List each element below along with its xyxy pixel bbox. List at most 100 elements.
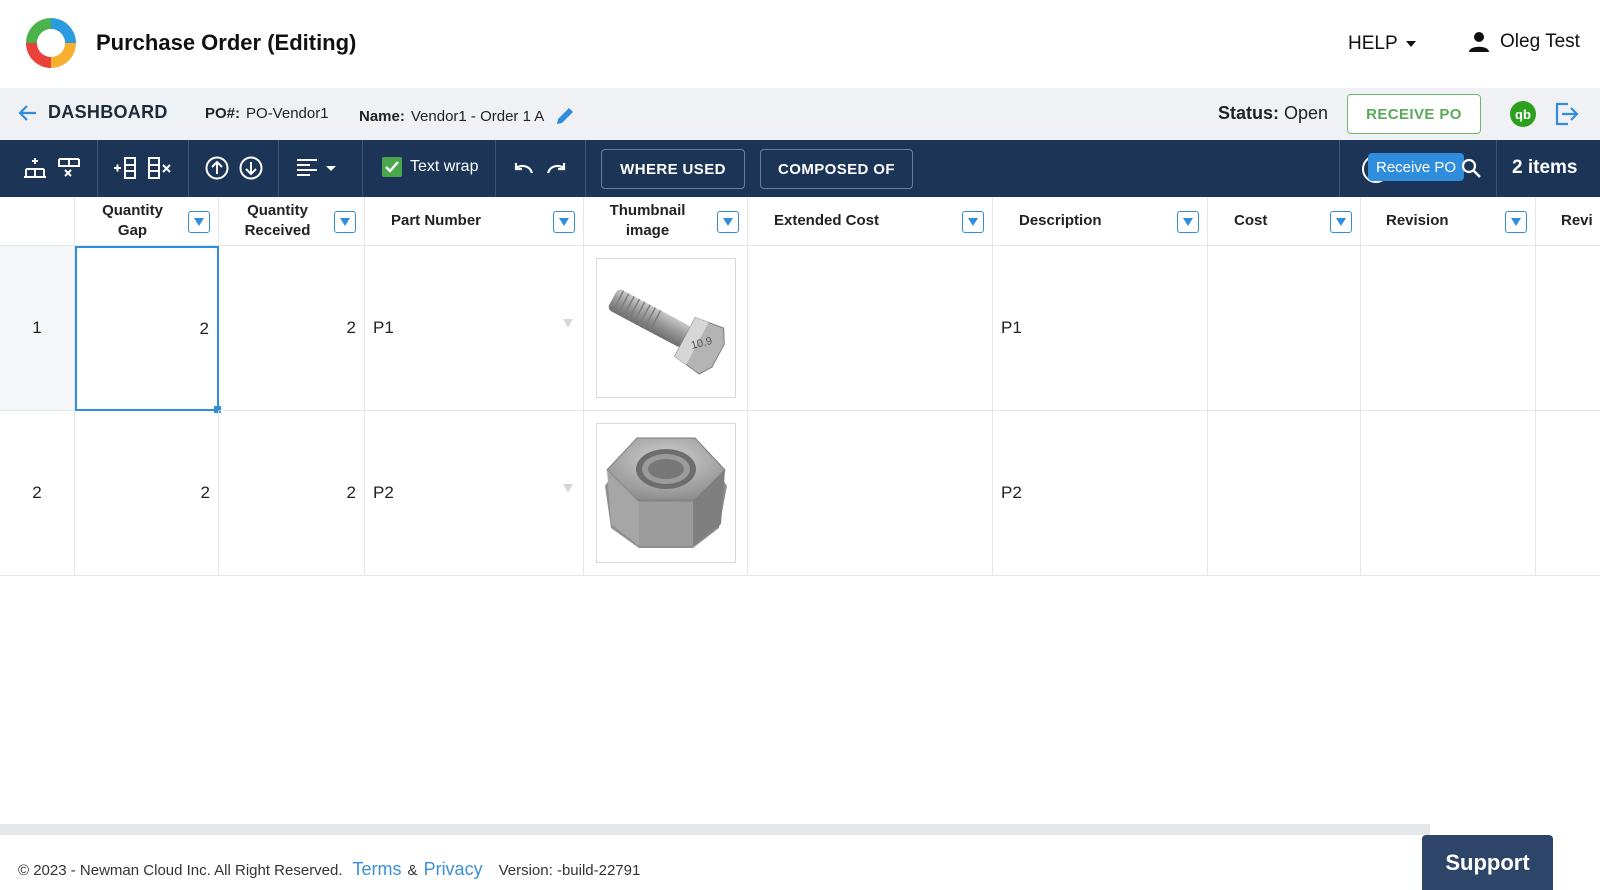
toolbar-divider	[585, 140, 586, 197]
po-number-value: PO-Vendor1	[246, 105, 329, 122]
column-header-description[interactable]: Description	[993, 197, 1208, 246]
column-header-part-number[interactable]: Part Number	[365, 197, 584, 246]
top-header: Purchase Order (Editing) HELP Oleg Test	[0, 0, 1600, 88]
cell-thumbnail[interactable]	[584, 411, 748, 576]
toolbar-divider	[495, 140, 496, 197]
user-name: Oleg Test	[1500, 31, 1580, 52]
column-header-quantity-gap[interactable]: Quantity Gap	[75, 197, 219, 246]
check-icon	[385, 161, 399, 173]
app-logo-icon[interactable]	[22, 14, 80, 72]
arrow-left-icon	[18, 104, 36, 121]
filter-dropdown-icon[interactable]	[717, 211, 739, 233]
toolbar-divider	[278, 140, 279, 197]
cell-revision-partial[interactable]	[1536, 246, 1600, 411]
items-count: 2 items	[1512, 157, 1578, 178]
hex-nut-image-icon	[605, 437, 727, 548]
cell-cost[interactable]	[1208, 411, 1361, 576]
filter-dropdown-icon[interactable]	[553, 211, 575, 233]
po-number: PO#: PO-Vendor1	[205, 105, 329, 122]
dropdown-arrow-icon[interactable]	[563, 319, 573, 328]
horizontal-scrollbar[interactable]	[0, 824, 1430, 835]
dropdown-arrow-icon[interactable]	[563, 484, 573, 493]
move-up-icon[interactable]	[204, 155, 230, 181]
row-number-header	[0, 197, 75, 246]
part-number-value: P1	[373, 318, 394, 337]
add-child-row-icon[interactable]	[22, 155, 48, 181]
user-menu[interactable]: Oleg Test	[1468, 31, 1580, 53]
filter-dropdown-icon[interactable]	[1505, 211, 1527, 233]
cell-extended-cost[interactable]	[748, 411, 993, 576]
column-header-label: Revi	[1561, 212, 1593, 229]
filter-dropdown-icon[interactable]	[334, 211, 356, 233]
chevron-down-icon	[1405, 41, 1416, 47]
po-status: Status: Open	[1218, 103, 1328, 124]
undo-icon[interactable]	[510, 155, 536, 181]
hex-nut-thumbnail[interactable]	[596, 423, 736, 563]
user-icon	[1469, 32, 1489, 52]
where-used-button[interactable]: WHERE USED	[601, 149, 745, 189]
po-subheader: DASHBOARD PO#: PO-Vendor1 Name: Vendor1 - …	[0, 88, 1600, 140]
cell-revision[interactable]	[1361, 411, 1536, 576]
parts-grid: Quantity Gap Quantity Received Part Numb…	[0, 197, 1600, 825]
column-header-thumbnail-image[interactable]: Thumbnail image	[584, 197, 748, 246]
toolbar-divider	[1339, 140, 1340, 197]
pencil-edit-icon[interactable]	[554, 105, 576, 127]
row-number[interactable]: 1	[0, 246, 75, 411]
exit-icon[interactable]	[1552, 100, 1580, 128]
text-align-icon[interactable]	[294, 155, 320, 181]
search-icon[interactable]	[1460, 157, 1482, 179]
cell-quantity-received[interactable]: 2	[219, 246, 365, 411]
support-button[interactable]: Support	[1422, 835, 1553, 890]
column-header-label: Cost	[1234, 212, 1268, 229]
move-down-icon[interactable]	[238, 155, 264, 181]
ampersand-text: &	[407, 862, 418, 879]
cell-quantity-received[interactable]: 2	[219, 411, 365, 576]
redo-icon[interactable]	[544, 155, 570, 181]
cell-thumbnail[interactable]: 10.9	[584, 246, 748, 411]
remove-child-row-icon[interactable]	[56, 155, 82, 181]
filter-dropdown-icon[interactable]	[1177, 211, 1199, 233]
po-name: Name: Vendor1 - Order 1 A	[359, 105, 576, 127]
column-header-label: Description	[1019, 212, 1102, 229]
receive-po-button[interactable]: RECEIVE PO	[1347, 94, 1481, 134]
po-number-label: PO#:	[205, 105, 241, 122]
column-header-label: Quantity Gap	[102, 202, 163, 239]
cell-extended-cost[interactable]	[748, 246, 993, 411]
quickbooks-icon[interactable]: qb	[1510, 101, 1536, 127]
row-number[interactable]: 2	[0, 411, 75, 576]
filter-dropdown-icon[interactable]	[962, 211, 984, 233]
po-name-label: Name:	[359, 107, 405, 125]
terms-link[interactable]: Terms	[353, 859, 402, 880]
cell-part-number[interactable]: P2	[365, 411, 584, 576]
cell-revision-partial[interactable]	[1536, 411, 1600, 576]
back-to-dashboard[interactable]: DASHBOARD	[18, 102, 168, 123]
cell-quantity-gap[interactable]: 2	[75, 411, 219, 576]
cell-quantity-gap[interactable]: 2	[75, 246, 219, 411]
cell-description[interactable]: P1	[993, 246, 1208, 411]
cell-cost[interactable]	[1208, 246, 1361, 411]
column-header-extended-cost[interactable]: Extended Cost	[748, 197, 993, 246]
column-header-revision[interactable]: Revision	[1361, 197, 1536, 246]
help-menu[interactable]: HELP	[1348, 33, 1416, 55]
cell-revision[interactable]	[1361, 246, 1536, 411]
text-wrap-checkbox[interactable]	[382, 157, 402, 177]
column-header-revision-partial[interactable]: Revi	[1536, 197, 1600, 246]
column-header-cost[interactable]: Cost	[1208, 197, 1361, 246]
column-header-label: Part Number	[391, 212, 482, 229]
column-header-quantity-received[interactable]: Quantity Received	[219, 197, 365, 246]
bolt-image-icon: 10.9	[608, 289, 725, 375]
filter-dropdown-icon[interactable]	[188, 211, 210, 233]
toolbar-divider	[1496, 140, 1497, 197]
composed-of-button[interactable]: COMPOSED OF	[760, 149, 913, 189]
version-text: Version: -build-22791	[498, 862, 641, 879]
insert-column-icon[interactable]	[112, 155, 138, 181]
cell-description[interactable]: P2	[993, 411, 1208, 576]
delete-column-icon[interactable]	[146, 155, 172, 181]
bolt-thumbnail[interactable]: 10.9	[596, 258, 736, 398]
toolbar-divider	[362, 140, 363, 197]
po-name-value: Vendor1 - Order 1 A	[410, 107, 545, 125]
chevron-down-icon[interactable]	[324, 155, 338, 181]
cell-part-number[interactable]: P1	[365, 246, 584, 411]
filter-dropdown-icon[interactable]	[1330, 211, 1352, 233]
privacy-link[interactable]: Privacy	[424, 859, 483, 880]
